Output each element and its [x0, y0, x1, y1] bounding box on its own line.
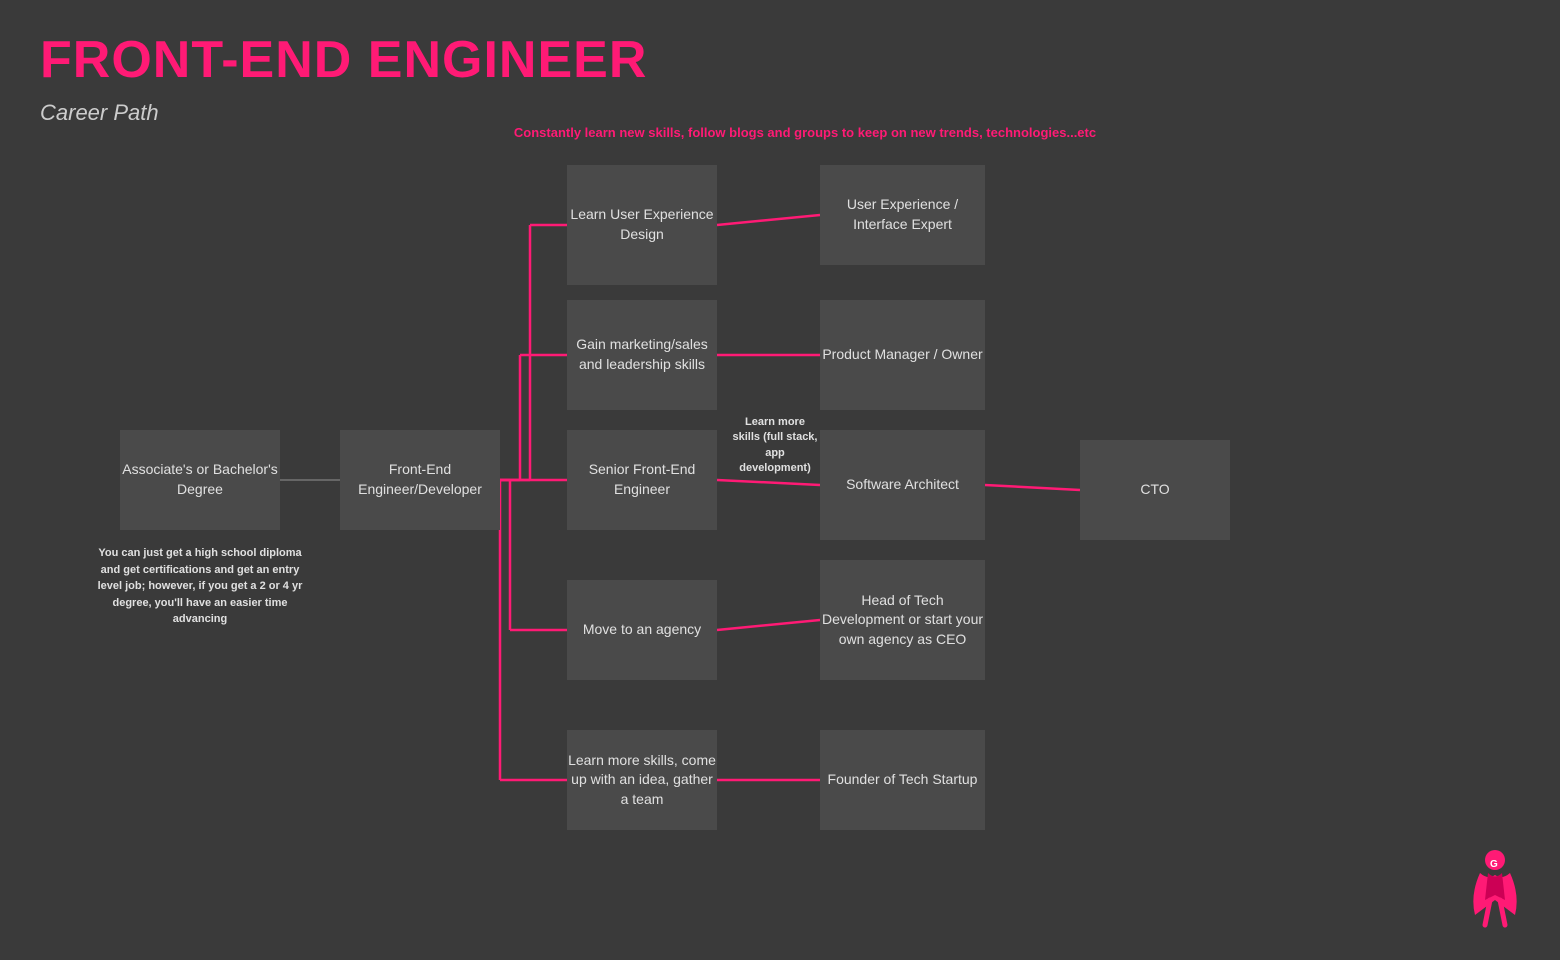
cto-box: CTO [1080, 440, 1230, 540]
svg-text:G: G [1490, 859, 1498, 870]
pm-box: Product Manager / Owner [820, 300, 985, 410]
degree-box: Associate's or Bachelor's Degree [120, 430, 280, 530]
degree-note: You can just get a high school diploma a… [95, 545, 305, 628]
ux-expert-box: User Experience / Interface Expert [820, 165, 985, 265]
top-note: Constantly learn new skills, follow blog… [480, 125, 1130, 140]
marketing-box: Gain marketing/sales and leadership skil… [567, 300, 717, 410]
frontend-box: Front-End Engineer/Developer [340, 430, 500, 530]
ux-learn-box: Learn User Experience Design [567, 165, 717, 285]
senior-box: Senior Front-End Engineer [567, 430, 717, 530]
learn-more-label: Learn more skills (full stack, app devel… [730, 415, 820, 477]
head-tech-box: Head of Tech Development or start your o… [820, 560, 985, 680]
logo-icon: G [1460, 845, 1530, 935]
startup-learn-box: Learn more skills, come up with an idea,… [567, 730, 717, 830]
page-title: FRONT-END ENGINEER [40, 30, 647, 90]
page-subtitle: Career Path [40, 100, 159, 126]
agency-box: Move to an agency [567, 580, 717, 680]
founder-box: Founder of Tech Startup [820, 730, 985, 830]
architect-box: Software Architect [820, 430, 985, 540]
logo-container: G [1460, 845, 1530, 940]
